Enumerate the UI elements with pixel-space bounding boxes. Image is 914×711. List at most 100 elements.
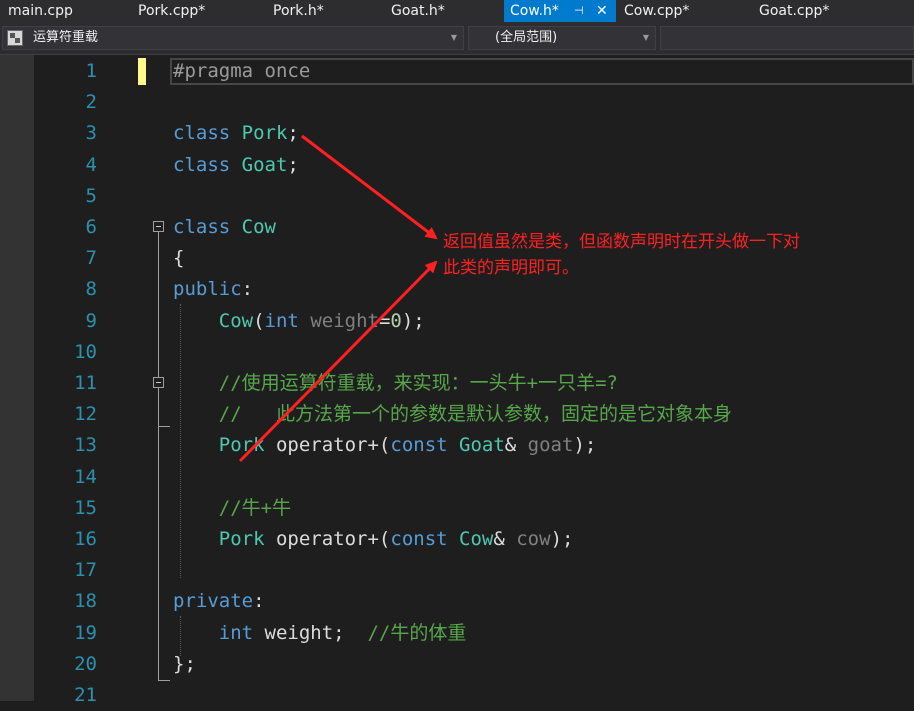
- code-token: public: [173, 278, 242, 301]
- line-number: 20: [74, 652, 97, 675]
- line-number: 19: [74, 621, 97, 644]
- tab-label: Goat.cpp*: [759, 3, 830, 19]
- code-line: {: [173, 243, 184, 274]
- code-token: int: [264, 309, 311, 332]
- chevron-down-icon: ▼: [450, 33, 457, 42]
- code-line: private:: [173, 586, 265, 617]
- code-token: ;: [287, 122, 299, 145]
- code-line: };: [173, 649, 196, 680]
- code-token: Pork: [218, 434, 265, 457]
- code-token: weight;: [264, 621, 368, 644]
- tab-label: main.cpp: [8, 3, 73, 19]
- line-number: 15: [74, 496, 97, 519]
- navigation-bar: 运算符重载 ▼ (全局范围) ▼: [0, 22, 914, 55]
- tab-label: Cow.cpp*: [624, 3, 690, 19]
- code-token: class: [173, 122, 242, 145]
- line-number: 21: [74, 684, 97, 706]
- code-token: };: [173, 652, 196, 675]
- code-token: =: [378, 309, 391, 332]
- member-dropdown[interactable]: 运算符重载 ▼: [2, 26, 464, 50]
- code-line: #pragma once: [173, 56, 310, 87]
- code-line: class Pork;: [173, 118, 299, 149]
- collapse-icon[interactable]: [153, 377, 164, 388]
- code-token: cow: [516, 528, 551, 550]
- code-token: (: [253, 309, 265, 332]
- tab-label: Pork.cpp*: [138, 3, 206, 19]
- outline-line: [158, 232, 159, 681]
- line-number: 10: [74, 340, 97, 363]
- document-tab-bar: main.cpp Pork.cpp* Pork.h* Goat.h* Cow.h…: [0, 0, 914, 22]
- code-token: const: [390, 528, 460, 550]
- code-token: class: [173, 153, 242, 176]
- tab-goat-cpp[interactable]: Goat.cpp*: [759, 0, 829, 22]
- line-number: 1: [85, 60, 97, 82]
- tab-cow-h[interactable]: Cow.h* ⊣ ✕: [504, 0, 616, 22]
- code-token: );: [401, 309, 425, 332]
- annotation-note: 返回值虽然是类，但函数声明时在开头做一下对 此类的声明即可。: [443, 229, 800, 281]
- code-token: class: [173, 216, 242, 238]
- code-line: //牛+牛: [173, 493, 291, 524]
- code-token: :: [253, 590, 265, 613]
- code-token: Cow: [459, 528, 494, 550]
- code-line: class Cow: [173, 212, 276, 243]
- code-token: //使用运算符重载，来实现：一头牛+一只羊=?: [173, 372, 618, 394]
- tab-pork-h[interactable]: Pork.h*: [273, 0, 324, 22]
- line-number: 13: [74, 434, 97, 457]
- line-number: 7: [85, 247, 97, 270]
- code-token: operator+(: [264, 434, 391, 457]
- outline-end: [158, 680, 170, 681]
- code-token: {: [173, 247, 185, 270]
- annotation-line-1: 返回值虽然是类，但函数声明时在开头做一下对: [443, 232, 800, 252]
- tab-main-cpp[interactable]: main.cpp: [8, 0, 73, 22]
- close-icon[interactable]: ✕: [596, 0, 608, 22]
- line-number: 2: [85, 91, 97, 114]
- member-dropdown-value: 运算符重载: [33, 30, 99, 45]
- line-number: 4: [85, 153, 97, 176]
- code-line: public:: [173, 274, 253, 305]
- code-token: );: [550, 528, 574, 550]
- code-token: );: [573, 434, 597, 457]
- code-line: class Goat;: [173, 150, 299, 181]
- code-line: Pork operator+(const Cow& cow);: [173, 524, 574, 555]
- chevron-down-icon: ▼: [642, 33, 649, 42]
- editor-margin: [0, 55, 34, 701]
- code-line: int weight; //牛的体重: [173, 618, 467, 649]
- function-dropdown[interactable]: [660, 26, 914, 50]
- code-token: :: [241, 278, 254, 301]
- class-member-icon: [7, 30, 23, 46]
- code-line: Pork operator+(const Goat& goat);: [173, 430, 597, 461]
- tab-label: Cow.h*: [510, 3, 559, 19]
- tab-label: Goat.h*: [391, 3, 445, 19]
- tab-goat-h[interactable]: Goat.h*: [391, 0, 445, 22]
- code-token: Cow: [241, 216, 276, 238]
- tab-pork-cpp[interactable]: Pork.cpp*: [138, 0, 205, 22]
- line-number: 11: [74, 372, 97, 394]
- tab-cow-cpp[interactable]: Cow.cpp*: [624, 0, 689, 22]
- line-number: 16: [74, 528, 97, 550]
- line-number: 14: [74, 465, 97, 488]
- code-token: operator+(: [264, 528, 391, 550]
- tab-label: Pork.h*: [273, 3, 324, 19]
- code-token: goat: [527, 434, 574, 457]
- code-token: Goat: [459, 434, 505, 457]
- line-number: 9: [85, 309, 97, 332]
- scope-dropdown-value: (全局范围): [495, 30, 558, 45]
- line-number: 6: [85, 216, 97, 238]
- code-token: &: [504, 434, 528, 457]
- code-token: // 此方法第一个的参数是默认参数，固定的是它对象本身: [173, 403, 732, 426]
- pin-icon[interactable]: ⊣: [574, 0, 584, 22]
- code-token: ;: [287, 153, 299, 176]
- code-line: // 此方法第一个的参数是默认参数，固定的是它对象本身: [173, 399, 732, 430]
- scope-dropdown[interactable]: (全局范围) ▼: [468, 26, 656, 50]
- code-token: Pork: [218, 528, 265, 550]
- collapse-icon[interactable]: [153, 221, 164, 232]
- code-token: Goat: [241, 153, 288, 176]
- line-number: 17: [74, 559, 97, 582]
- code-token: #pragma once: [173, 60, 311, 82]
- unsaved-change-marker: [138, 58, 146, 85]
- line-number: 18: [74, 590, 97, 613]
